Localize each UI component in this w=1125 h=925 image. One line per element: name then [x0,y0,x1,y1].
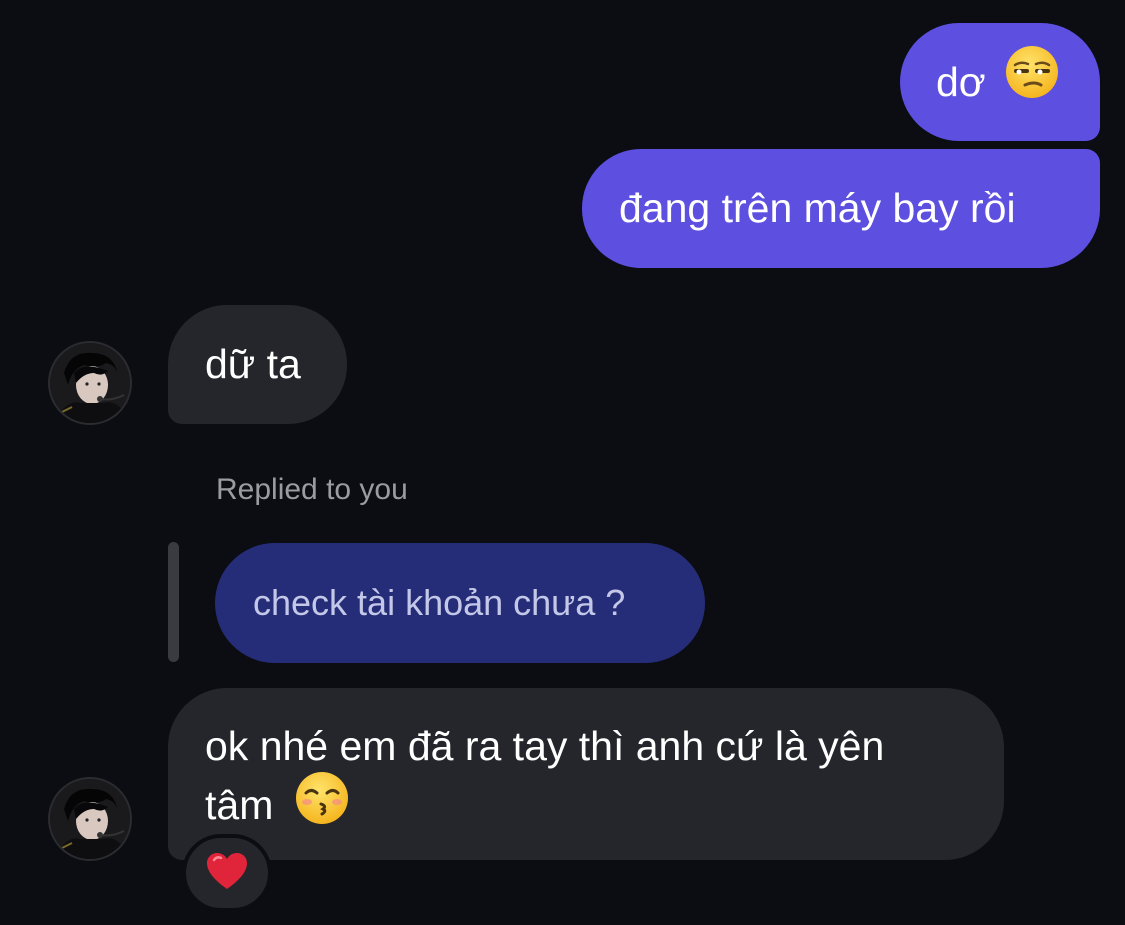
outgoing-message-2[interactable]: đang trên máy bay rồi [582,149,1100,268]
kissing-face-emoji-icon [295,771,349,839]
chat-thread: dơ đang trên máy bay rồi dữ ta Replied t… [0,0,1125,925]
quoted-message-text: check tài khoản chưa ? [253,582,626,623]
message-text-line-2: tâm [205,771,1004,842]
message-text: dơ [936,59,986,105]
replied-to-label: Replied to you [216,473,408,506]
message-text: dữ ta [205,341,301,387]
user-avatar-icon[interactable] [48,777,132,861]
quoted-message[interactable]: check tài khoản chưa ? [215,543,705,663]
message-reaction[interactable] [182,834,272,912]
incoming-message-1[interactable]: dữ ta [168,305,347,424]
unamused-face-emoji-icon [1005,26,1059,144]
user-avatar-icon[interactable] [48,341,132,425]
red-heart-emoji-icon [205,851,249,896]
message-text-line-2-text: tâm [205,781,274,828]
message-text-line-1: ok nhé em đã ra tay thì anh cứ là yên [205,723,885,769]
message-text: đang trên máy bay rồi [619,185,1016,231]
reply-indicator-bar [168,542,179,662]
incoming-message-2[interactable]: ok nhé em đã ra tay thì anh cứ là yên tâ… [168,688,1004,860]
outgoing-message-1[interactable]: dơ [900,23,1100,141]
